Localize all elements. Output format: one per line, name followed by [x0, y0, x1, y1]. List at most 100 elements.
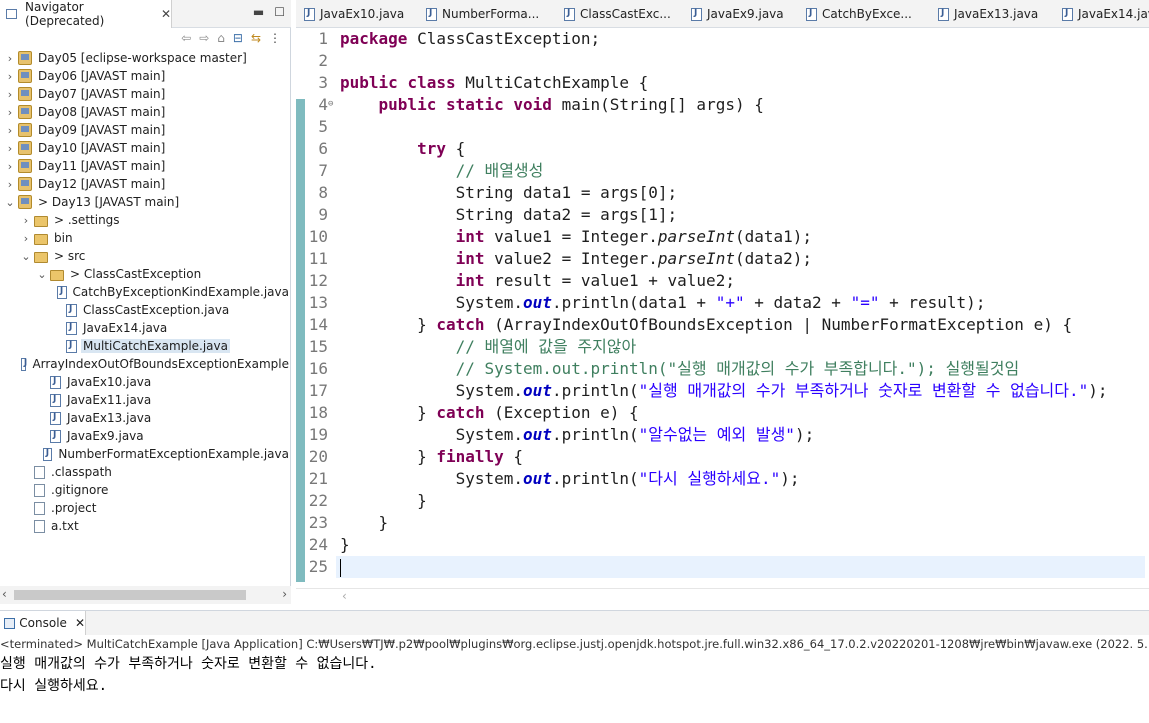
code-token: ClassCastException; — [407, 29, 601, 48]
java-file-icon — [42, 447, 53, 461]
expand-twisty-icon[interactable]: ⌄ — [4, 196, 16, 209]
tree-item-label: Day05 [eclipse-workspace master] — [38, 51, 247, 65]
tree-item[interactable]: ClassCastException.java — [0, 301, 291, 319]
console-status-line: <terminated> MultiCatchExample [Java App… — [0, 637, 1149, 651]
collapse-twisty-icon[interactable]: › — [4, 52, 16, 65]
scrollbar-thumb[interactable] — [14, 590, 246, 600]
editor-tab-label: ClassCastExc... — [580, 7, 671, 21]
tree-item[interactable]: JavaEx9.java — [0, 427, 291, 445]
tree-item[interactable]: NumberFormatExceptionExample.java — [0, 445, 291, 463]
java-file-icon — [938, 7, 949, 21]
back-icon[interactable]: ⇦ — [181, 31, 191, 45]
tree-item[interactable]: › bin — [0, 229, 291, 247]
java-file-icon — [691, 7, 702, 21]
scroll-left-icon[interactable]: ‹ — [342, 589, 347, 603]
scroll-right-icon[interactable]: › — [282, 587, 287, 601]
collapse-all-icon[interactable]: ⊟ — [233, 31, 243, 45]
collapse-twisty-icon[interactable]: › — [4, 124, 16, 137]
tree-item[interactable]: › Day12 [JAVAST main] — [0, 175, 291, 193]
close-icon[interactable]: ✕ — [161, 7, 171, 21]
fold-collapse-icon[interactable]: ⊖ — [328, 99, 333, 109]
code-token: .println( — [551, 381, 639, 400]
line-number: 4 — [318, 95, 328, 114]
tree-item[interactable]: a.txt — [0, 517, 291, 535]
editor-tab[interactable]: CatchByExce... — [806, 0, 912, 28]
close-icon[interactable]: ✕ — [75, 616, 85, 630]
editor-tab[interactable]: ClassCastExc... — [564, 0, 671, 28]
code-token: try — [417, 139, 446, 158]
collapse-twisty-icon[interactable]: › — [4, 88, 16, 101]
collapse-twisty-icon[interactable]: › — [20, 232, 32, 245]
tree-item-label: JavaEx10.java — [67, 375, 152, 389]
maximize-icon[interactable]: ☐ — [274, 5, 285, 19]
tree-item[interactable]: › Day09 [JAVAST main] — [0, 121, 291, 139]
line-number: 19 — [308, 425, 328, 444]
file-icon — [34, 519, 45, 533]
tree-item[interactable]: ⌄ > Day13 [JAVAST main] — [0, 193, 291, 211]
editor-tab[interactable]: NumberForma... — [426, 0, 539, 28]
tree-item[interactable]: › Day05 [eclipse-workspace master] — [0, 49, 291, 67]
navigator-horizontal-scrollbar[interactable]: ‹ › — [0, 586, 291, 604]
tree-item[interactable]: ⌄ > src — [0, 247, 291, 265]
minimize-icon[interactable]: ▬ — [253, 5, 264, 19]
java-file-icon — [426, 7, 437, 21]
tree-item[interactable]: ⌄ > ClassCastException — [0, 265, 291, 283]
home-icon[interactable]: ⌂ — [217, 31, 225, 45]
expand-twisty-icon[interactable]: ⌄ — [36, 268, 48, 281]
tree-item[interactable]: › Day06 [JAVAST main] — [0, 67, 291, 85]
collapse-twisty-icon[interactable]: › — [4, 178, 16, 191]
editor-tab[interactable]: JavaEx10.java — [304, 0, 404, 28]
project-icon — [18, 123, 32, 137]
collapse-twisty-icon[interactable]: › — [20, 214, 32, 227]
code-token: int — [455, 227, 485, 246]
code-token: } — [340, 447, 437, 466]
tree-item[interactable]: JavaEx13.java — [0, 409, 291, 427]
scroll-left-icon[interactable]: ‹ — [2, 587, 7, 601]
code-token: // System.out.println("실행 매개값의 수가 부족합니다.… — [455, 359, 1020, 378]
text-caret — [340, 558, 341, 577]
collapse-twisty-icon[interactable]: › — [4, 160, 16, 173]
editor-tab[interactable]: JavaEx13.java — [938, 0, 1038, 28]
editor-tab-label: JavaEx9.java — [707, 7, 784, 21]
project-icon — [18, 69, 32, 83]
tree-item[interactable]: .classpath — [0, 463, 291, 481]
collapse-twisty-icon[interactable]: › — [4, 106, 16, 119]
java-file-icon — [50, 393, 61, 407]
editor-horizontal-scrollbar[interactable]: ‹ — [296, 588, 1149, 604]
change-ruler — [296, 99, 305, 582]
collapse-twisty-icon[interactable]: › — [4, 70, 16, 83]
code-token: static — [445, 95, 504, 114]
code-line: System.out.println("다시 실행하세요."); — [340, 468, 800, 490]
tree-item[interactable]: › Day11 [JAVAST main] — [0, 157, 291, 175]
tree-item[interactable]: › Day07 [JAVAST main] — [0, 85, 291, 103]
eclipse-window: Navigator (Deprecated) ✕ ▬ ☐ ⇦ ⇨ ⌂ ⊟ ⇆ ⋮… — [0, 0, 1149, 723]
editor-tab[interactable]: JavaEx14.java — [1062, 0, 1149, 28]
tree-item[interactable]: MultiCatchExample.java — [0, 337, 291, 355]
editor-tab[interactable]: JavaEx9.java — [691, 0, 784, 28]
editor-tab-label: NumberForma... — [442, 7, 540, 21]
tree-item[interactable]: › > .settings — [0, 211, 291, 229]
tree-item[interactable]: .project — [0, 499, 291, 517]
tree-item[interactable]: JavaEx11.java — [0, 391, 291, 409]
expand-twisty-icon[interactable]: ⌄ — [20, 250, 32, 263]
view-menu-icon[interactable]: ⋮ — [269, 31, 281, 45]
tab-console[interactable]: Console ✕ — [0, 611, 86, 635]
tree-item[interactable]: CatchByExceptionKindExample.java — [0, 283, 291, 301]
forward-icon[interactable]: ⇨ — [199, 31, 209, 45]
tree-item-label: Day09 [JAVAST main] — [38, 123, 166, 137]
tree-item[interactable]: .gitignore — [0, 481, 291, 499]
collapse-twisty-icon[interactable]: › — [4, 142, 16, 155]
code-line: public class MultiCatchExample { — [340, 72, 648, 94]
tree-item[interactable]: › Day08 [JAVAST main] — [0, 103, 291, 121]
tree-item[interactable]: JavaEx10.java — [0, 373, 291, 391]
code-token: (data1); — [734, 227, 813, 246]
code-area[interactable]: package ClassCastException; public class … — [336, 28, 1149, 588]
editor-tab-label: JavaEx10.java — [320, 7, 405, 21]
tree-item[interactable]: JavaEx14.java — [0, 319, 291, 337]
tree-item[interactable]: › Day10 [JAVAST main] — [0, 139, 291, 157]
tree-item[interactable]: ArrayIndexOutOfBoundsExceptionExample — [0, 355, 291, 373]
link-with-editor-icon[interactable]: ⇆ — [251, 31, 261, 45]
tab-navigator[interactable]: Navigator (Deprecated) ✕ — [0, 0, 172, 28]
